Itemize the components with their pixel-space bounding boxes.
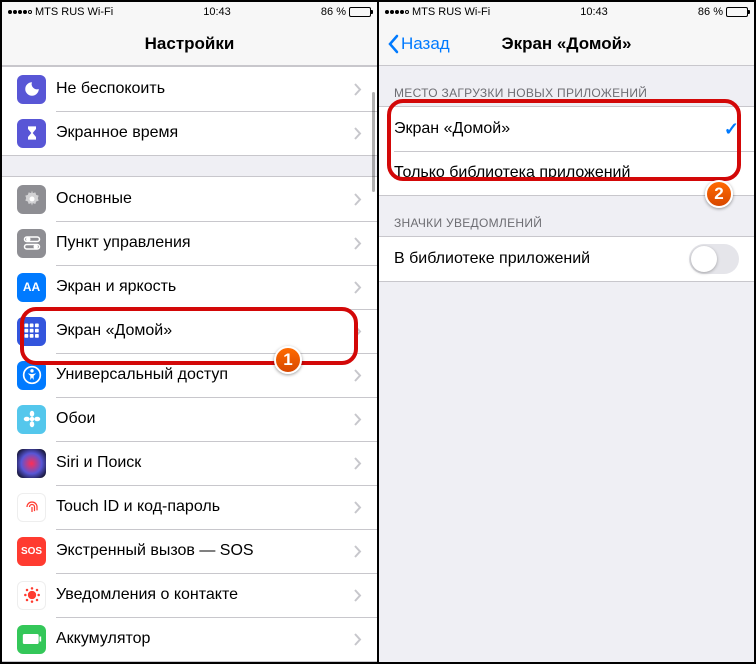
row-label: Touch ID и код-пароль bbox=[56, 498, 354, 516]
row-siri-search[interactable]: Siri и Поиск bbox=[2, 441, 377, 485]
scroll-indicator bbox=[372, 92, 375, 192]
row-label: Экран и яркость bbox=[56, 278, 354, 296]
chevron-right-icon bbox=[354, 193, 362, 206]
moon-icon bbox=[17, 75, 46, 104]
status-bar: MTS RUS Wi-Fi 10:43 86 % bbox=[2, 2, 377, 22]
checkmark-icon: ✓ bbox=[724, 119, 739, 140]
fingerprint-icon bbox=[17, 493, 46, 522]
row-touch-id[interactable]: Touch ID и код-пароль bbox=[2, 485, 377, 529]
carrier-label: MTS RUS bbox=[35, 6, 85, 18]
row-wallpaper[interactable]: Обои bbox=[2, 397, 377, 441]
row-label: Пункт управления bbox=[56, 234, 354, 252]
chevron-right-icon bbox=[354, 633, 362, 646]
section-header-notification-badges: ЗНАЧКИ УВЕДОМЛЕНИЙ bbox=[379, 196, 754, 236]
row-label: Уведомления о контакте bbox=[56, 586, 354, 604]
chevron-right-icon bbox=[354, 83, 362, 96]
row-accessibility[interactable]: Универсальный доступ bbox=[2, 353, 377, 397]
row-home-screen[interactable]: Экран «Домой» bbox=[2, 309, 377, 353]
annotation-badge-2: 2 bbox=[705, 180, 733, 208]
wifi-label: Wi-Fi bbox=[88, 6, 114, 18]
switches-icon bbox=[17, 229, 46, 258]
wifi-label: Wi-Fi bbox=[465, 6, 491, 18]
virus-icon bbox=[17, 581, 46, 610]
time-label: 10:43 bbox=[580, 6, 608, 18]
page-title: Настройки bbox=[145, 34, 235, 54]
page-title: Экран «Домой» bbox=[501, 34, 631, 54]
chevron-right-icon bbox=[354, 413, 362, 426]
row-label: Аккумулятор bbox=[56, 630, 354, 648]
toggle-switch[interactable] bbox=[689, 244, 739, 274]
row-emergency-sos[interactable]: SOS Экстренный вызов — SOS bbox=[2, 529, 377, 573]
row-label: Siri и Поиск bbox=[56, 454, 354, 472]
row-label: Не беспокоить bbox=[56, 80, 354, 98]
chevron-right-icon bbox=[354, 325, 362, 338]
row-general[interactable]: Основные bbox=[2, 177, 377, 221]
row-screen-time[interactable]: Экранное время bbox=[2, 111, 377, 155]
screen-home-screen-settings: MTS RUS Wi-Fi 10:43 86 % Назад Экран «До… bbox=[377, 2, 754, 662]
gear-icon bbox=[17, 185, 46, 214]
chevron-right-icon bbox=[354, 589, 362, 602]
row-label: В библиотеке приложений bbox=[394, 250, 689, 268]
row-exposure-notifications[interactable]: Уведомления о контакте bbox=[2, 573, 377, 617]
row-label: Только библиотека приложений bbox=[394, 164, 739, 182]
battery-icon bbox=[349, 7, 371, 17]
chevron-left-icon bbox=[387, 34, 399, 54]
row-display-brightness[interactable]: AA Экран и яркость bbox=[2, 265, 377, 309]
time-label: 10:43 bbox=[203, 6, 231, 18]
status-bar: MTS RUS Wi-Fi 10:43 86 % bbox=[379, 2, 754, 22]
nav-bar: Назад Экран «Домой» bbox=[379, 22, 754, 66]
row-label: Экран «Домой» bbox=[394, 120, 724, 138]
back-button[interactable]: Назад bbox=[387, 34, 450, 54]
nav-bar: Настройки bbox=[2, 22, 377, 66]
back-label: Назад bbox=[401, 34, 450, 54]
row-badges-in-library[interactable]: В библиотеке приложений bbox=[379, 237, 754, 281]
row-label: Экран «Домой» bbox=[56, 322, 354, 340]
hourglass-icon bbox=[17, 119, 46, 148]
chevron-right-icon bbox=[354, 545, 362, 558]
row-label: Обои bbox=[56, 410, 354, 428]
sos-icon: SOS bbox=[17, 537, 46, 566]
chevron-right-icon bbox=[354, 501, 362, 514]
option-app-library-only[interactable]: Только библиотека приложений bbox=[379, 151, 754, 195]
row-control-center[interactable]: Пункт управления bbox=[2, 221, 377, 265]
option-home-screen[interactable]: Экран «Домой» ✓ bbox=[379, 107, 754, 151]
row-label: Универсальный доступ bbox=[56, 366, 354, 384]
chevron-right-icon bbox=[354, 237, 362, 250]
row-label: Экстренный вызов — SOS bbox=[56, 542, 354, 560]
row-battery[interactable]: Аккумулятор bbox=[2, 617, 377, 661]
grid-icon bbox=[17, 317, 46, 346]
chevron-right-icon bbox=[354, 369, 362, 382]
battery-icon bbox=[17, 625, 46, 654]
chevron-right-icon bbox=[354, 127, 362, 140]
battery-pct: 86 % bbox=[321, 6, 346, 18]
carrier-label: MTS RUS bbox=[412, 6, 462, 18]
accessibility-icon bbox=[17, 361, 46, 390]
battery-icon bbox=[726, 7, 748, 17]
chevron-right-icon bbox=[354, 457, 362, 470]
section-header-download-location: МЕСТО ЗАГРУЗКИ НОВЫХ ПРИЛОЖЕНИЙ bbox=[379, 66, 754, 106]
annotation-badge-1: 1 bbox=[274, 346, 302, 374]
siri-icon bbox=[17, 449, 46, 478]
text-size-icon: AA bbox=[17, 273, 46, 302]
flower-icon bbox=[17, 405, 46, 434]
battery-pct: 86 % bbox=[698, 6, 723, 18]
row-label: Экранное время bbox=[56, 124, 354, 142]
row-do-not-disturb[interactable]: Не беспокоить bbox=[2, 67, 377, 111]
chevron-right-icon bbox=[354, 281, 362, 294]
screen-settings-root: MTS RUS Wi-Fi 10:43 86 % Настройки Не бе… bbox=[2, 2, 377, 662]
row-label: Основные bbox=[56, 190, 354, 208]
